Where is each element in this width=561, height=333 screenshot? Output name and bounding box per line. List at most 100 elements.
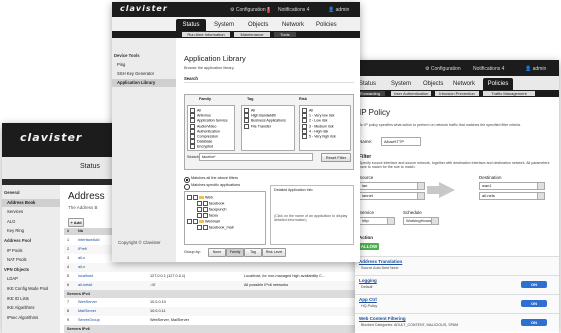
destination-network-select[interactable]: all-nets xyxy=(479,192,545,200)
subnav-user-authentication[interactable]: User Authentication xyxy=(391,91,431,96)
tree-expand-icon[interactable] xyxy=(197,207,202,212)
checkbox[interactable] xyxy=(302,134,307,139)
notifications-link[interactable]: Notifications 4 xyxy=(278,7,309,13)
tree-expand-icon[interactable] xyxy=(187,219,192,224)
row-name[interactable]: IPrefi xyxy=(78,245,87,254)
subnav-maintenance[interactable]: Maintenance xyxy=(234,32,270,37)
tree-node[interactable]: faceu xyxy=(197,213,218,218)
row-name[interactable]: all-n xyxy=(78,254,85,263)
row-name[interactable]: ServerGroup xyxy=(78,316,100,325)
tree-node[interactable]: Web xyxy=(187,195,213,200)
policy-section-logging[interactable]: Logging Default ON xyxy=(355,275,559,294)
sidebar-item-services[interactable]: Services xyxy=(2,208,60,216)
nav-network[interactable]: Network xyxy=(453,78,475,90)
family-list[interactable]: All Antivirus Application Service Audio/Vid… xyxy=(187,105,235,151)
sidebar-item-ike-config-mode-pool[interactable]: IKE Config Mode Pool xyxy=(2,285,60,293)
sidebar-item-address-book[interactable]: Address Book xyxy=(2,198,60,207)
section-toggle[interactable]: ON xyxy=(521,319,547,326)
sidebar-item-ping[interactable]: Ping xyxy=(112,61,176,69)
checkbox[interactable] xyxy=(203,207,208,212)
configuration-link[interactable]: ⚙ Configuration xyxy=(425,66,461,72)
source-interface-select[interactable]: lan xyxy=(359,182,425,190)
tree-node[interactable]: Webmail xyxy=(187,219,220,224)
tree-node[interactable]: facepunch xyxy=(197,207,227,212)
checkbox[interactable] xyxy=(203,201,208,206)
nav-network[interactable]: Network xyxy=(282,19,304,31)
row-name[interactable]: localhost xyxy=(78,272,93,281)
group-by-risk-level[interactable]: Risk Level xyxy=(262,248,286,257)
admin-link[interactable]: 👤 admin xyxy=(525,66,546,72)
tree-expand-icon[interactable] xyxy=(197,213,202,218)
nav-system[interactable]: System xyxy=(214,19,234,31)
sidebar-item-application-library[interactable]: Application Library xyxy=(112,79,176,87)
service-select[interactable]: http xyxy=(359,217,395,225)
group-by-family[interactable]: Family xyxy=(226,248,244,257)
schedule-select[interactable]: WorkingHours xyxy=(403,217,439,225)
subnav-run-time-information[interactable]: Run-time Information xyxy=(182,32,230,37)
match-specific-radio[interactable] xyxy=(184,184,190,190)
tree-expand-icon[interactable] xyxy=(197,225,202,230)
row-name[interactable]: MailServer xyxy=(78,307,96,316)
configuration-link[interactable]: ⚙ Configuration ! xyxy=(230,7,271,13)
sidebar-item-ike-algorithms[interactable]: IKE Algorithms xyxy=(2,304,60,312)
sidebar-item-nat-pools[interactable]: NAT Pools xyxy=(2,256,60,264)
section-toggle[interactable]: ON xyxy=(521,281,547,288)
row-name[interactable]: InterfaceAdd xyxy=(78,236,100,245)
sidebar-item-alg[interactable]: ALG xyxy=(2,218,60,226)
destination-interface-select[interactable]: wan1 xyxy=(479,182,545,190)
tree-node[interactable]: facebook_mail xyxy=(197,225,233,230)
nav-objects[interactable]: Objects xyxy=(248,19,268,31)
policy-section-web-content-filtering[interactable]: Web Content Filtering Blocked Categories:… xyxy=(355,313,559,332)
list-item[interactable]: 5 - Very high risk xyxy=(302,134,336,139)
nav-status[interactable]: Status xyxy=(80,163,100,170)
tag-list[interactable]: All High Bandwidth Business Applications Fi… xyxy=(241,105,295,151)
source-network-select[interactable]: lannet xyxy=(359,192,425,200)
row-name[interactable]: all-n xyxy=(78,263,85,272)
action-allow-button[interactable]: ALLOW xyxy=(359,243,379,250)
nav-status[interactable]: Status xyxy=(176,19,206,31)
row-name[interactable]: WebServer xyxy=(78,298,97,307)
admin-link[interactable]: 👤 admin xyxy=(328,7,349,13)
sidebar-item-ssh-key-generator[interactable]: SSH Key Generator xyxy=(112,70,176,78)
subnav-intrusion-prevention[interactable]: Intrusion Prevention xyxy=(435,91,479,96)
nav-objects[interactable]: Objects xyxy=(423,78,443,90)
match-all-radio[interactable] xyxy=(184,177,190,183)
policy-section-address-translation[interactable]: Address Translation Source Auto Dest None xyxy=(355,256,559,275)
chevron-down-icon xyxy=(431,218,438,224)
row-name[interactable]: all-nets6 xyxy=(78,281,92,290)
list-item[interactable]: Encrypted xyxy=(190,144,213,150)
risk-list[interactable]: All 1 - Very low risk 2 - Low risk 3 - Medi… xyxy=(299,105,351,151)
sidebar-item-ldap[interactable]: LDAP xyxy=(2,275,60,283)
sidebar-item-key-ring[interactable]: Key Ring xyxy=(2,227,60,235)
application-search-input[interactable]: facebo* xyxy=(199,153,313,161)
subnav-traffic-management[interactable]: Traffic Management xyxy=(483,91,535,96)
subnav-tools[interactable]: Tools xyxy=(274,32,296,37)
nav-policies[interactable]: Policies xyxy=(316,19,337,31)
list-item[interactable]: File Transfer xyxy=(244,123,271,129)
application-tree[interactable]: Web facebook facepunch faceu Webmail facebook… xyxy=(184,191,266,245)
checkbox[interactable] xyxy=(193,195,198,200)
name-input[interactable]: AllowHTTP xyxy=(381,137,421,146)
section-toggle[interactable]: ON xyxy=(521,300,547,307)
group-by-none[interactable]: None xyxy=(208,248,226,257)
filter-panel: Family Tag Risk All Antivirus Application … xyxy=(184,94,354,170)
tree-node[interactable]: facebook xyxy=(197,201,224,206)
reset-filter-button[interactable]: Reset Filter xyxy=(321,153,351,162)
checkbox[interactable] xyxy=(203,225,208,230)
add-button[interactable]: + Add xyxy=(68,218,84,227)
tree-expand-icon[interactable] xyxy=(197,201,202,206)
sidebar-item-ike-id-lists[interactable]: IKE ID Lists xyxy=(2,295,60,303)
policy-section-app-ctrl[interactable]: App Ctrl HQ-Policy ON xyxy=(355,294,559,313)
nav-status[interactable]: Status xyxy=(359,78,376,90)
notifications-link[interactable]: Notifications 4 xyxy=(473,66,504,72)
checkbox[interactable] xyxy=(244,123,249,129)
sidebar-item-ip-pools[interactable]: IP Pools xyxy=(2,247,60,255)
nav-policies[interactable]: Policies xyxy=(483,78,513,90)
tree-expand-icon[interactable] xyxy=(187,195,192,200)
checkbox[interactable] xyxy=(190,144,195,150)
checkbox[interactable] xyxy=(193,219,198,224)
checkbox[interactable] xyxy=(203,213,208,218)
group-by-tag[interactable]: Tag xyxy=(244,248,262,257)
sidebar-item-ipsec-algorithms[interactable]: IPsec Algorithms xyxy=(2,314,60,322)
nav-system[interactable]: System xyxy=(391,78,411,90)
